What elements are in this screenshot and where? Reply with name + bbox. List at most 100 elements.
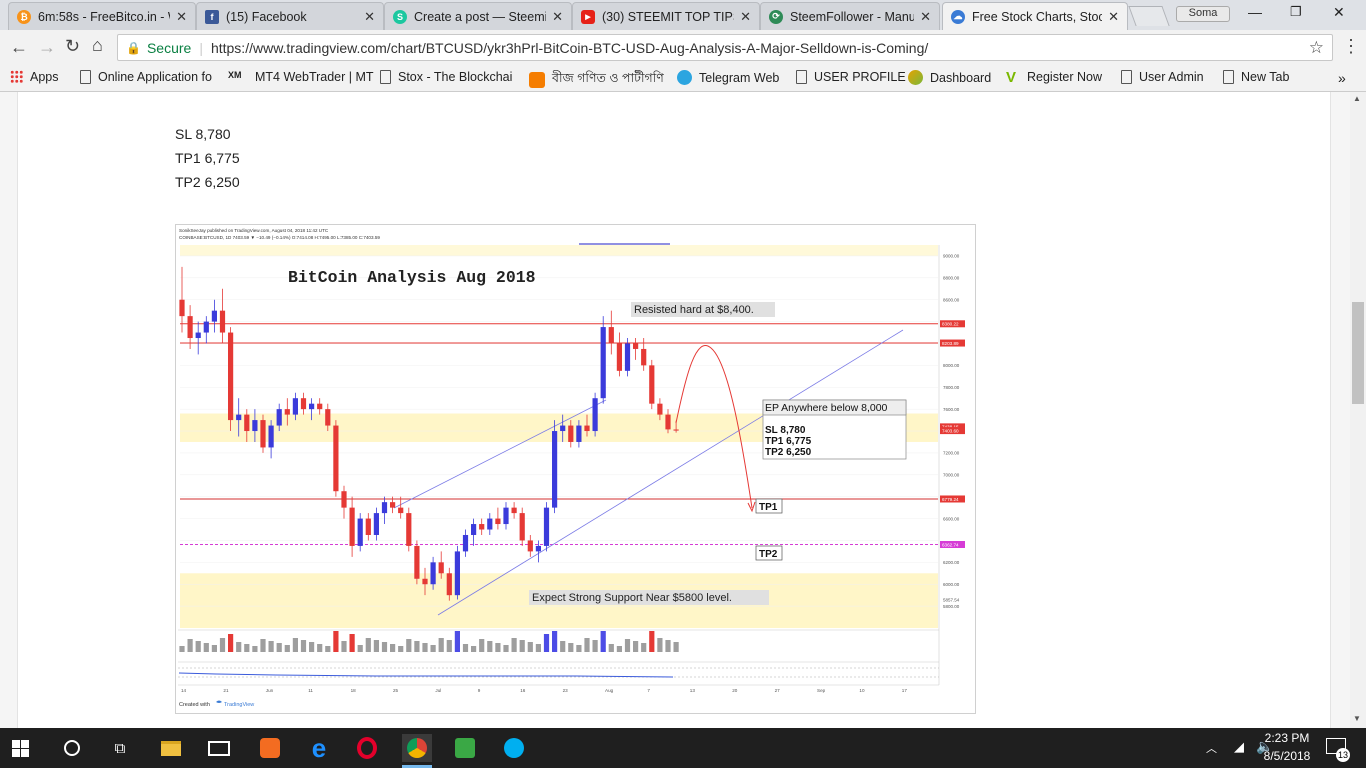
new-tab-button[interactable] (1128, 6, 1170, 26)
volume-bar (511, 638, 517, 652)
edge-icon[interactable]: e (305, 733, 333, 763)
back-arrow-icon[interactable]: ← (10, 37, 28, 58)
bookmarks-bar: Apps Online Application fo XM MT4 WebTra… (0, 66, 1366, 92)
tab-facebook[interactable]: f (15) Facebook ✕ (196, 2, 384, 30)
scroll-down-icon[interactable]: ▼ (1353, 714, 1361, 723)
volume-bar (268, 641, 274, 652)
windows-taskbar: ⧉ e ︿ ◢ 🔈 2:23 PM 8/5/2018 13 (0, 728, 1366, 768)
app-orange-icon[interactable] (256, 734, 284, 762)
mail-icon[interactable] (205, 734, 233, 762)
bookmark-stox[interactable]: Stox - The Blockchai (380, 70, 512, 84)
bookmark-bengali-blog[interactable]: বীজ গণিত ও পাটীগণি (529, 70, 664, 90)
volume-bar (584, 638, 590, 652)
volume-bar (357, 645, 363, 652)
bookmark-apps[interactable]: Apps (10, 70, 59, 84)
steemfollower-icon: ⟳ (769, 9, 783, 24)
reload-icon[interactable]: ↻ (65, 36, 80, 57)
candle-body (649, 365, 655, 404)
bookmark-online-application[interactable]: Online Application fo (80, 70, 212, 84)
price-tick-label: 6000.00 (943, 582, 960, 587)
skype-icon[interactable] (500, 734, 528, 762)
clock-date[interactable]: 8/5/2018 (1252, 749, 1322, 763)
time-tick-label: 21 (223, 688, 229, 693)
volume-bar (341, 641, 347, 652)
bookmark-label: Register Now (1027, 70, 1103, 84)
clock-time[interactable]: 2:23 PM (1252, 731, 1322, 745)
candle-body (195, 332, 201, 339)
home-icon[interactable]: ⌂ (92, 35, 103, 56)
url-text[interactable]: https://www.tradingview.com/chart/BTCUSD… (211, 40, 928, 56)
bookmark-user-profile[interactable]: USER PROFILE (796, 70, 906, 84)
price-tick-label: 5857.54 (943, 598, 960, 603)
price-tick-label: 5800.00 (943, 604, 960, 609)
candle-body (187, 316, 193, 339)
tab-tradingview[interactable]: ☁ Free Stock Charts, Stock ✕ (942, 2, 1128, 30)
minimize-icon[interactable]: — (1248, 4, 1262, 20)
close-icon[interactable]: ✕ (552, 9, 563, 25)
time-tick-label: Sep (817, 688, 826, 693)
bookmark-star-icon[interactable]: ☆ (1309, 38, 1324, 58)
lock-icon: 🔒 (126, 40, 141, 55)
close-icon[interactable]: ✕ (176, 9, 187, 25)
tab-steemfollower[interactable]: ⟳ SteemFollower - Manua ✕ (760, 2, 940, 30)
forward-arrow-icon[interactable]: → (38, 37, 56, 58)
address-bar[interactable]: 🔒 Secure | https://www.tradingview.com/c… (117, 34, 1333, 61)
candle-body (487, 518, 493, 530)
bookmark-telegram[interactable]: Telegram Web (677, 70, 779, 85)
tab-youtube[interactable]: ▶ (30) STEEMIT TOP TIPS - ✕ (572, 2, 760, 30)
tab-steemit-post[interactable]: S Create a post — Steemi ✕ (384, 2, 572, 30)
candle-body (203, 321, 209, 333)
profile-button[interactable]: Soma (1176, 6, 1230, 22)
close-window-icon[interactable]: ✕ (1333, 4, 1345, 21)
candle-body (568, 425, 574, 442)
price-tick-label: 9000.00 (943, 254, 960, 259)
chart-footer-brand: TradingView (224, 702, 254, 708)
file-explorer-icon[interactable] (157, 734, 185, 762)
price-tick-label: 7800.00 (943, 385, 960, 390)
opera-icon[interactable] (353, 734, 381, 762)
tradingview-icon: ☁ (951, 9, 965, 24)
bookmark-user-admin[interactable]: User Admin (1121, 70, 1204, 84)
volume-bar (300, 640, 307, 652)
windows-start-icon[interactable] (6, 734, 34, 762)
bookmarks-overflow[interactable]: » (1338, 70, 1346, 86)
bookmark-mt4-webtrader[interactable]: XM MT4 WebTrader | MT (228, 70, 374, 84)
volume-bar (381, 642, 388, 652)
ep-sl-text: SL 8,780 (765, 425, 806, 436)
volume-bar (333, 631, 339, 652)
close-icon[interactable]: ✕ (920, 9, 931, 25)
support-note: Expect Strong Support Near $5800 level. (532, 592, 732, 604)
scroll-up-icon[interactable]: ▲ (1353, 94, 1361, 103)
tab-title: 6m:58s - FreeBitco.in - W (38, 9, 171, 24)
scrollbar-thumb[interactable] (1352, 302, 1364, 404)
task-view-icon[interactable]: ⧉ (106, 734, 134, 762)
scrollbar-track[interactable]: ▲ ▼ (1350, 92, 1366, 728)
volume-bar (390, 644, 396, 652)
tab-freebitco[interactable]: ₿ 6m:58s - FreeBitco.in - W ✕ (8, 2, 196, 30)
volume-bar (495, 643, 501, 652)
tradingview-cloud-icon (216, 700, 222, 703)
chrome-icon[interactable] (402, 734, 432, 762)
volume-bar (422, 643, 428, 652)
steemit-icon: S (393, 9, 407, 24)
close-icon[interactable]: ✕ (740, 9, 751, 25)
browser-toolbar: ← → ↻ ⌂ 🔒 Secure | https://www.tradingvi… (0, 30, 1366, 66)
time-tick-label: 25 (393, 688, 399, 693)
restore-icon[interactable]: ❐ (1290, 4, 1302, 20)
candle-body (438, 562, 444, 574)
chart-image[interactable]: SonikSeeJay published on TradingView.com… (175, 224, 976, 714)
menu-icon[interactable]: ⋮ (1342, 36, 1360, 57)
tray-chevron-icon[interactable]: ︿ (1206, 740, 1217, 756)
bookmark-new-tab[interactable]: New Tab (1223, 70, 1289, 84)
time-tick-label: 27 (775, 688, 781, 693)
candle-body (317, 403, 323, 410)
candle-body (633, 343, 639, 349)
close-icon[interactable]: ✕ (1108, 9, 1119, 25)
close-icon[interactable]: ✕ (364, 9, 375, 25)
search-icon[interactable] (58, 734, 86, 762)
network-icon[interactable]: ◢ (1234, 739, 1244, 755)
bookmark-dashboard[interactable]: Dashboard (908, 70, 991, 85)
post-tp2-line: TP2 6,250 (175, 174, 240, 190)
app-green-icon[interactable] (451, 734, 479, 762)
bookmark-register-now[interactable]: V Register Now (1006, 69, 1103, 86)
